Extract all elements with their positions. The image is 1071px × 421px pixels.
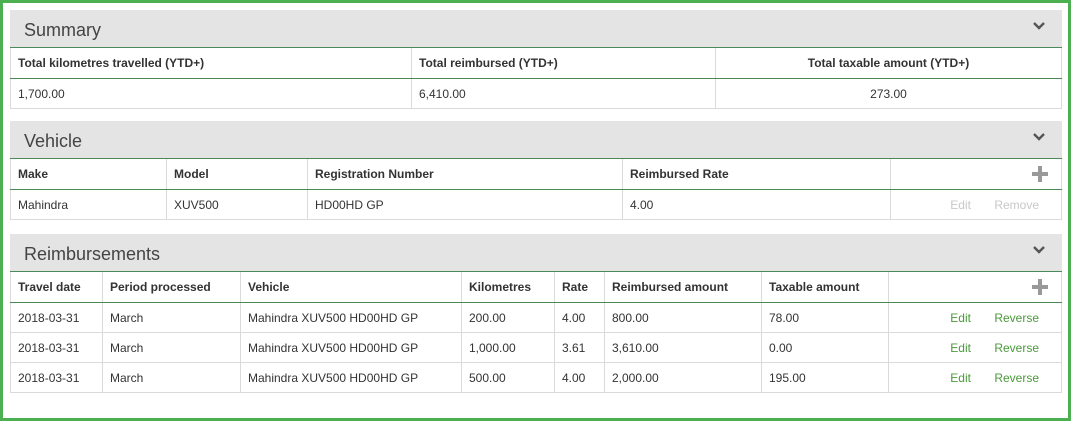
- rate: 4.00: [554, 362, 605, 393]
- remove-link[interactable]: Remove: [994, 198, 1039, 212]
- taxable-amount: 195.00: [761, 362, 889, 393]
- edit-link[interactable]: Edit: [950, 341, 971, 355]
- column-header: Make: [10, 159, 167, 190]
- reimbursements-section: Reimbursements Travel date Period proces…: [10, 234, 1062, 393]
- vehicle-name: Mahindra XUV500 HD00HD GP: [240, 332, 462, 363]
- reimbursed-amount: 2,000.00: [604, 362, 762, 393]
- table-row: 2018-03-31 March Mahindra XUV500 HD00HD …: [10, 302, 1062, 333]
- edit-link[interactable]: Edit: [950, 311, 971, 325]
- vehicle-header-row: Make Model Registration Number Reimburse…: [10, 159, 1062, 190]
- summary-header[interactable]: Summary: [10, 10, 1062, 48]
- column-header: Total taxable amount (YTD+): [715, 48, 1062, 79]
- reimbursed-amount: 800.00: [604, 302, 762, 333]
- column-header: Registration Number: [307, 159, 623, 190]
- total-taxable-value: 273.00: [715, 78, 1062, 109]
- column-header: Reimbursed amount: [604, 272, 762, 303]
- vehicle-title: Vehicle: [24, 131, 83, 151]
- column-header: Model: [166, 159, 308, 190]
- row-actions: Edit Reverse: [888, 302, 1062, 333]
- period-processed: March: [102, 332, 241, 363]
- vehicle-model: XUV500: [166, 189, 308, 220]
- app-frame: Summary Total kilometres travelled (YTD+…: [0, 0, 1071, 421]
- column-header: Rate: [554, 272, 605, 303]
- vehicle-registration: HD00HD GP: [307, 189, 623, 220]
- taxable-amount: 78.00: [761, 302, 889, 333]
- vehicle-name: Mahindra XUV500 HD00HD GP: [240, 362, 462, 393]
- vehicle-actions: Edit Remove: [890, 189, 1062, 220]
- actions-header: [888, 272, 1062, 303]
- table-row: 2018-03-31 March Mahindra XUV500 HD00HD …: [10, 332, 1062, 363]
- kilometres: 500.00: [461, 362, 555, 393]
- vehicle-name: Mahindra XUV500 HD00HD GP: [240, 302, 462, 333]
- taxable-amount: 0.00: [761, 332, 889, 363]
- reimbursements-header-row: Travel date Period processed Vehicle Kil…: [10, 272, 1062, 303]
- column-header: Travel date: [10, 272, 103, 303]
- kilometres: 1,000.00: [461, 332, 555, 363]
- column-header: Period processed: [102, 272, 241, 303]
- plus-icon[interactable]: [1031, 278, 1049, 296]
- table-row: 1,700.00 6,410.00 273.00: [10, 78, 1062, 109]
- period-processed: March: [102, 302, 241, 333]
- kilometres: 200.00: [461, 302, 555, 333]
- chevron-down-icon[interactable]: [1032, 243, 1046, 257]
- period-processed: March: [102, 362, 241, 393]
- edit-link[interactable]: Edit: [950, 198, 971, 212]
- plus-icon[interactable]: [1031, 165, 1049, 183]
- row-actions: Edit Reverse: [888, 332, 1062, 363]
- reverse-link[interactable]: Reverse: [994, 311, 1039, 325]
- rate: 4.00: [554, 302, 605, 333]
- travel-date: 2018-03-31: [10, 362, 103, 393]
- column-header: Vehicle: [240, 272, 462, 303]
- actions-header: [890, 159, 1062, 190]
- travel-date: 2018-03-31: [10, 332, 103, 363]
- column-header: Reimbursed Rate: [622, 159, 891, 190]
- reimbursements-table: Travel date Period processed Vehicle Kil…: [10, 272, 1062, 393]
- reimbursements-header[interactable]: Reimbursements: [10, 234, 1062, 272]
- rate: 3.61: [554, 332, 605, 363]
- reimbursed-amount: 3,610.00: [604, 332, 762, 363]
- vehicle-rate: 4.00: [622, 189, 891, 220]
- reimbursements-title: Reimbursements: [24, 244, 161, 264]
- column-header: Total reimbursed (YTD+): [411, 48, 716, 79]
- vehicle-make: Mahindra: [10, 189, 167, 220]
- column-header: Total kilometres travelled (YTD+): [10, 48, 412, 79]
- reverse-link[interactable]: Reverse: [994, 371, 1039, 385]
- summary-header-row: Total kilometres travelled (YTD+) Total …: [10, 48, 1062, 79]
- vehicle-header[interactable]: Vehicle: [10, 121, 1062, 159]
- total-reimbursed-value: 6,410.00: [411, 78, 716, 109]
- vehicle-table: Make Model Registration Number Reimburse…: [10, 159, 1062, 220]
- column-header: Taxable amount: [761, 272, 889, 303]
- table-row: 2018-03-31 March Mahindra XUV500 HD00HD …: [10, 362, 1062, 393]
- table-row: Mahindra XUV500 HD00HD GP 4.00 Edit Remo…: [10, 189, 1062, 220]
- summary-title: Summary: [24, 20, 102, 40]
- summary-table: Total kilometres travelled (YTD+) Total …: [10, 48, 1062, 109]
- vehicle-section: Vehicle Make Model Registration Number R…: [10, 121, 1062, 220]
- chevron-down-icon[interactable]: [1032, 19, 1046, 33]
- summary-section: Summary Total kilometres travelled (YTD+…: [10, 10, 1062, 109]
- total-km-value: 1,700.00: [10, 78, 412, 109]
- edit-link[interactable]: Edit: [950, 371, 971, 385]
- reverse-link[interactable]: Reverse: [994, 341, 1039, 355]
- travel-date: 2018-03-31: [10, 302, 103, 333]
- column-header: Kilometres: [461, 272, 555, 303]
- chevron-down-icon[interactable]: [1032, 130, 1046, 144]
- row-actions: Edit Reverse: [888, 362, 1062, 393]
